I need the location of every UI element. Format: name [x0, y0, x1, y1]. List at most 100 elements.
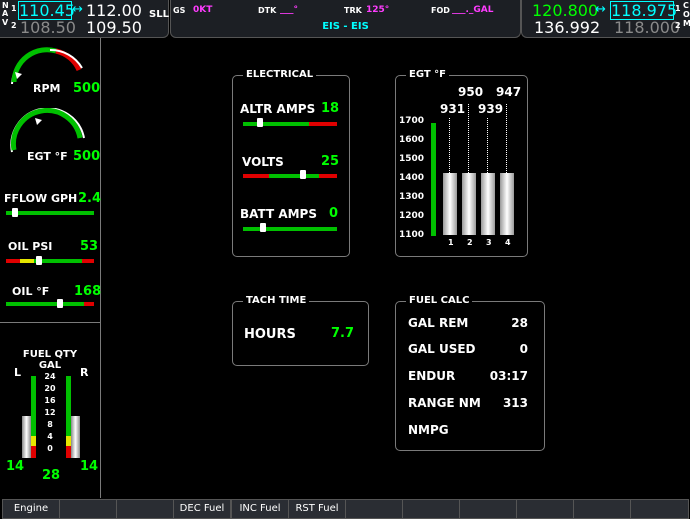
com-index-1: 1 — [675, 4, 681, 13]
softkey-3[interactable] — [116, 499, 174, 519]
com2-standby-freq[interactable]: 118.000 — [614, 18, 680, 37]
fuel-left-label: L — [14, 366, 22, 379]
oil-psi-value: 53 — [80, 239, 99, 254]
oil-psi-label: OIL PSI — [8, 240, 53, 253]
egt-scale-tick: 1600 — [399, 135, 425, 145]
egt-cyl-3-bar — [481, 173, 495, 235]
com-swap-icon[interactable]: ↔ — [595, 2, 606, 17]
fuel-calc-panel: FUEL CALC GAL REM 28 GAL USED 0 ENDUR 03… — [395, 295, 545, 451]
fuel-tick: 20 — [44, 384, 56, 393]
softkey-8[interactable] — [402, 499, 460, 519]
gal-rem-value: 28 — [511, 316, 528, 330]
nav-radio-box[interactable]: N A V 1 2 110.45 ↔ 112.00 108.50 109.50 … — [0, 0, 169, 38]
gs-label: GS — [173, 6, 186, 15]
egt-cyl-1-value: 931 — [440, 102, 466, 116]
fuel-left-value: 14 — [6, 459, 25, 474]
egt-scale-tick: 1400 — [399, 173, 425, 183]
oil-temp-bar — [6, 302, 84, 306]
tach-time-panel: TACH TIME HOURS 7.7 — [232, 295, 369, 366]
altr-amps-label: ALTR AMPS — [240, 102, 316, 116]
fflow-label: FFLOW GPH — [4, 192, 78, 205]
oil-temp-value: 168 — [74, 284, 102, 299]
range-nm-label: RANGE NM — [408, 396, 481, 410]
fuel-tick: 16 — [44, 396, 56, 405]
fuel-tick: 8 — [47, 420, 53, 429]
softkey-11[interactable] — [573, 499, 631, 519]
nav-index-1: 1 — [11, 4, 17, 13]
fuel-left-gauge — [22, 376, 36, 458]
page-title: EIS - EIS — [322, 21, 369, 32]
egt-cyl-3-label: 3 — [486, 238, 492, 247]
volts-label: VOLTS — [242, 155, 284, 169]
softkey-inc-fuel[interactable]: INC Fuel — [231, 499, 289, 519]
egt-pointer-icon — [35, 118, 42, 125]
fuel-qty-title: FUEL QTY — [22, 349, 78, 360]
egt-scale-tick: 1500 — [399, 154, 425, 164]
fod-value: ___._GAL — [452, 5, 494, 15]
fuel-tick: 0 — [47, 444, 53, 453]
volts-value: 25 — [321, 154, 340, 169]
batt-amps-label: BATT AMPS — [240, 207, 317, 221]
egt-cyl-2-bar — [462, 173, 476, 235]
nmpg-label: NMPG — [408, 423, 449, 437]
fuel-right-gauge — [66, 376, 80, 458]
egt-cyl-4-bar — [500, 173, 514, 235]
hours-value: 7.7 — [331, 326, 355, 341]
fuel-tick: 24 — [44, 372, 56, 381]
endurance-label: ENDUR — [408, 369, 456, 383]
softkey-dec-fuel[interactable]: DEC Fuel — [173, 499, 231, 519]
fflow-value: 2.4 — [78, 191, 102, 206]
softkey-bar: Engine DEC Fuel INC Fuel RST Fuel — [0, 498, 690, 519]
nav-a-label: A — [2, 9, 9, 18]
electrical-panel: ELECTRICAL ALTR AMPS 18 VOLTS 25 BATT AM… — [232, 69, 350, 257]
egt-scale-tick: 1700 — [399, 116, 425, 126]
gal-used-label: GAL USED — [408, 342, 476, 356]
softkey-12[interactable] — [630, 499, 689, 519]
fuel-tick: 4 — [47, 432, 53, 441]
gs-value: 0KT — [193, 5, 213, 15]
egt-green-band — [431, 123, 436, 236]
tach-time-title: TACH TIME — [243, 295, 310, 306]
com2-active-freq[interactable]: 136.992 — [534, 18, 600, 37]
softkey-9[interactable] — [459, 499, 517, 519]
rpm-label: RPM — [33, 82, 61, 95]
oil-psi-pointer-icon — [36, 256, 42, 265]
egt-value: 500 — [73, 149, 101, 164]
egt-panel: EGT °F 1700 1600 1500 1400 1300 1200 110… — [395, 69, 528, 257]
fuel-calc-title: FUEL CALC — [406, 295, 473, 306]
softkey-engine[interactable]: Engine — [2, 499, 60, 519]
egt-cyl-1-label: 1 — [448, 238, 454, 247]
oil-temp-pointer-icon — [57, 299, 63, 308]
status-bar: GS 0KT DTK ___° TRK 125° FOD ___._GAL EI… — [170, 0, 521, 38]
com-radio-box[interactable]: 120.800 ↔ 118.975 136.992 118.000 1 2 C … — [521, 0, 690, 38]
hours-label: HOURS — [244, 327, 296, 342]
nav2-standby-freq[interactable]: 108.50 — [20, 18, 76, 37]
egt-cyl-2-label: 2 — [467, 238, 473, 247]
fuel-tick: 12 — [44, 408, 56, 417]
softkey-7[interactable] — [345, 499, 403, 519]
nav-index-2: 2 — [11, 21, 17, 30]
altr-amps-pointer-icon — [257, 118, 263, 127]
electrical-title: ELECTRICAL — [243, 69, 317, 80]
top-bar: N A V 1 2 110.45 ↔ 112.00 108.50 109.50 … — [0, 0, 690, 38]
egt-cyl-2-value: 950 — [458, 85, 484, 99]
egt-label: EGT °F — [27, 150, 68, 163]
nav-swap-icon[interactable]: ↔ — [72, 2, 83, 17]
trk-label: TRK — [344, 6, 362, 15]
egt-cyl-4-label: 4 — [505, 238, 511, 247]
endurance-value: 03:17 — [489, 369, 528, 383]
fuel-total-value: 28 — [42, 468, 61, 483]
fuel-scale: 24 20 16 12 8 4 0 — [40, 372, 60, 456]
com-m-label: M — [683, 19, 690, 28]
softkey-10[interactable] — [516, 499, 574, 519]
softkey-rst-fuel[interactable]: RST Fuel — [288, 499, 346, 519]
egt-scale: 1700 1600 1500 1400 1300 1200 1100 — [399, 116, 429, 249]
softkey-2[interactable] — [59, 499, 117, 519]
egt-cyl-3-value: 939 — [478, 102, 504, 116]
oil-temp-label: OIL °F — [12, 285, 50, 298]
batt-amps-pointer-icon — [260, 223, 266, 232]
com-index-2: 2 — [675, 21, 681, 30]
sidebar-divider — [0, 322, 100, 323]
nav2-active-freq[interactable]: 109.50 — [86, 18, 142, 37]
dtk-value: ___° — [280, 5, 298, 15]
